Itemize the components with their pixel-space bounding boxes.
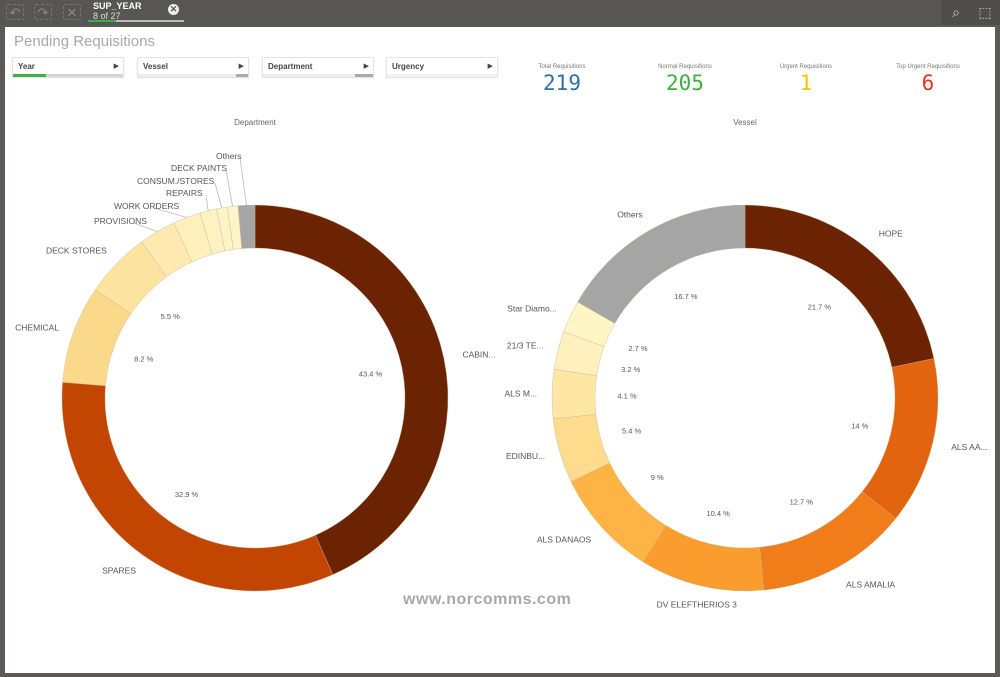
value-label: 8.2 % (134, 355, 154, 364)
category-label: ALS DANAOS (537, 535, 592, 545)
donut-vessel: 21.7 % HOPE 14 % ALS AA... 12.7 % ALS AMALIA 1… (504, 204, 988, 609)
category-label: HOPE (879, 228, 903, 238)
value-label: 32.9 % (175, 490, 199, 499)
donut-department: 43.4 % CABIN... 32.9 % SPARES 8.2 % CHEMICAL 5… (15, 151, 496, 592)
category-label: DV ELEFTHERIOS 3 (657, 599, 738, 609)
category-label: Star Diamo... (507, 304, 557, 314)
value-label: 5.4 % (622, 426, 642, 435)
donut-charts: 43.4 % CABIN... 32.9 % SPARES 8.2 % CHEMICAL 5… (15, 151, 988, 609)
value-label: 4.1 % (617, 392, 637, 401)
category-label: Others (617, 210, 643, 220)
value-label: 12.7 % (790, 498, 814, 507)
category-label: DECK PAINTS (171, 163, 227, 173)
category-label: ALS AMALIA (846, 579, 895, 589)
category-label: CABIN... (462, 349, 495, 359)
slice-hope[interactable] (744, 204, 935, 368)
category-label: ALS M... (504, 389, 537, 399)
value-label: 5.5 % (161, 312, 181, 321)
slice-als-m-[interactable] (551, 369, 597, 420)
leader-line (239, 157, 247, 206)
leader-line (214, 182, 223, 208)
value-label: 10.4 % (706, 509, 730, 518)
category-label: WORK ORDERS (114, 201, 180, 211)
value-label: 2.7 % (628, 344, 648, 353)
value-label: 14 % (851, 421, 868, 430)
value-label: 16.7 % (674, 292, 698, 301)
category-label: CHEMICAL (15, 322, 59, 332)
slice-cabin-[interactable] (254, 204, 449, 575)
category-label: EDINBU... (506, 451, 545, 461)
category-label: PROVISIONS (94, 216, 147, 226)
leader-line (205, 194, 209, 211)
category-label: 21/3 TE... (507, 341, 544, 351)
category-label: Others (216, 151, 242, 161)
category-label: DECK STORES (46, 245, 107, 255)
slice-als-aa-[interactable] (861, 358, 939, 519)
value-label: 43.4 % (359, 370, 383, 379)
category-label: CONSUM./STORES (137, 176, 215, 186)
category-label: REPAIRS (166, 188, 203, 198)
slice-others[interactable] (577, 204, 746, 324)
category-label: SPARES (102, 566, 136, 576)
slice-spares[interactable] (61, 382, 334, 592)
leader-line (225, 169, 234, 207)
slice-als-amalia[interactable] (759, 491, 897, 591)
category-label: ALS AA... (951, 442, 987, 452)
value-label: 9 % (651, 473, 664, 482)
slice-dv-eleftherios-3[interactable] (642, 525, 765, 592)
value-label: 21.7 % (808, 302, 832, 311)
value-label: 3.2 % (621, 365, 641, 374)
